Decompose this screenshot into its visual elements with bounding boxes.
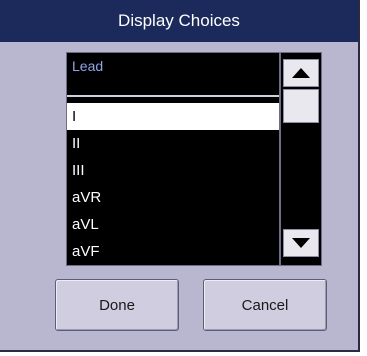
list-item-avf[interactable]: aVF (67, 238, 279, 265)
dialog-title: Display Choices (118, 11, 240, 30)
scroll-thumb[interactable] (283, 89, 319, 123)
list-scrollbar[interactable] (280, 52, 322, 266)
dialog-title-bar: Display Choices (0, 0, 358, 42)
triangle-up-icon (292, 68, 310, 78)
list-item-avr[interactable]: aVR (67, 184, 279, 211)
lead-listbox[interactable]: Lead I II III aVR aVL aVF (66, 52, 280, 266)
list-item-ii[interactable]: II (67, 130, 279, 157)
list-item-i[interactable]: I (67, 103, 279, 130)
display-choices-dialog: Display Choices Lead I II III aVR aVL aV… (0, 0, 360, 352)
scroll-down-button[interactable] (283, 229, 319, 257)
cancel-button-label: Cancel (241, 296, 289, 314)
cancel-button[interactable]: Cancel (203, 279, 327, 331)
done-button[interactable]: Done (55, 279, 179, 331)
triangle-down-icon (292, 238, 310, 248)
list-header: Lead (67, 53, 279, 97)
list-item-avl[interactable]: aVL (67, 211, 279, 238)
done-button-label: Done (99, 296, 135, 314)
list-items: I II III aVR aVL aVF (67, 103, 279, 265)
list-item-iii[interactable]: III (67, 157, 279, 184)
list-header-label: Lead (72, 58, 104, 74)
scroll-up-button[interactable] (283, 59, 319, 87)
